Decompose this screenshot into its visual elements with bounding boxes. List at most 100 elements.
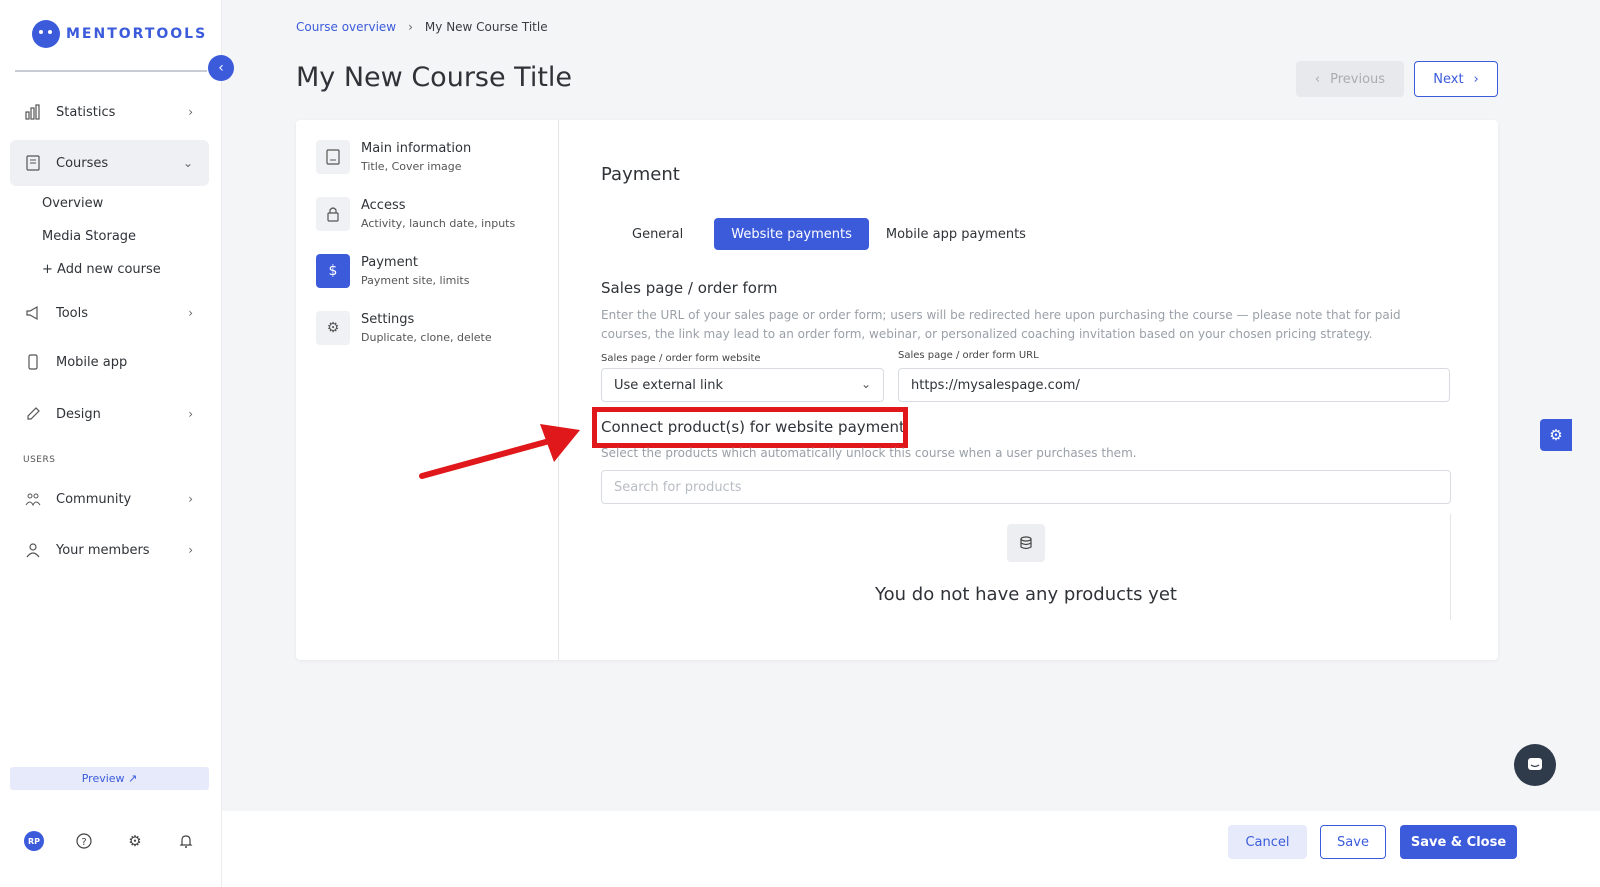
url-input[interactable]: https://mysalespage.com/	[898, 368, 1450, 402]
chevron-right-icon: ›	[408, 20, 413, 34]
highlight-box	[592, 407, 908, 448]
chevron-right-icon: ›	[1473, 71, 1479, 87]
tab-general[interactable]: General	[614, 218, 714, 250]
save-button[interactable]: Save	[1320, 825, 1386, 859]
phone-icon	[24, 353, 42, 371]
step-subtitle: Payment site, limits	[361, 274, 470, 287]
url-input-value: https://mysalespage.com/	[911, 377, 1080, 393]
sidebar-item-courses[interactable]: Courses ⌄	[10, 140, 209, 186]
website-field-label: Sales page / order form website	[601, 353, 761, 364]
empty-products-panel: You do not have any products yet	[601, 514, 1451, 620]
connect-products-helper: Select the products which automatically …	[601, 446, 1137, 460]
book-icon	[24, 154, 42, 172]
sidebar: MENTORTOOLS Statistics › Courses ⌄ Overv…	[0, 0, 222, 887]
chevron-down-icon: ⌄	[860, 377, 871, 391]
chat-button[interactable]	[1514, 744, 1556, 786]
search-products-input[interactable]: Search for products	[601, 470, 1451, 504]
empty-products-text: You do not have any products yet	[875, 584, 1177, 605]
website-select[interactable]: Use external link ⌄	[601, 368, 884, 402]
lock-icon	[316, 197, 350, 231]
sales-page-heading: Sales page / order form	[601, 279, 778, 297]
step-title: Settings	[361, 312, 415, 327]
footer-bar	[222, 811, 1600, 887]
sidebar-item-mobile-app[interactable]: Mobile app	[10, 339, 209, 385]
pencil-icon	[24, 405, 42, 423]
sidebar-item-community[interactable]: Community ›	[10, 476, 209, 522]
breadcrumb: Course overview › My New Course Title	[296, 20, 548, 34]
payment-tabs: General Website payments Mobile app paym…	[614, 218, 1043, 250]
chevron-left-icon: ‹	[1314, 71, 1321, 87]
logo-text: MENTORTOOLS	[66, 26, 208, 42]
step-access[interactable]: Access Activity, launch date, inputs	[316, 197, 515, 231]
chevron-right-icon: ›	[188, 105, 193, 119]
sidebar-item-label: Your members	[56, 542, 150, 558]
step-subtitle: Activity, launch date, inputs	[361, 217, 516, 230]
step-subtitle: Title, Cover image	[361, 160, 462, 173]
gear-icon[interactable]: ⚙	[125, 831, 145, 851]
chat-icon	[1528, 758, 1542, 770]
sidebar-item-label: Courses	[56, 155, 109, 171]
logo-icon	[32, 20, 60, 48]
megaphone-icon	[24, 304, 42, 322]
breadcrumb-link-course-overview[interactable]: Course overview	[296, 20, 396, 34]
sidebar-subitem-add-new-course[interactable]: + Add new course	[42, 262, 161, 277]
chevron-right-icon: ›	[188, 543, 193, 557]
next-label: Next	[1433, 71, 1464, 87]
sidebar-footer: RP ? ⚙	[22, 830, 202, 852]
next-button[interactable]: Next ›	[1414, 61, 1498, 97]
step-settings[interactable]: ⚙ Settings Duplicate, clone, delete	[316, 311, 492, 345]
sidebar-item-label: Design	[56, 406, 101, 422]
gear-icon: ⚙	[1549, 426, 1563, 444]
section-label-users: USERS	[23, 455, 56, 465]
previous-label: Previous	[1330, 71, 1386, 87]
sidebar-subitem-media-storage[interactable]: Media Storage	[42, 229, 136, 244]
collapse-sidebar-button[interactable]: ‹	[208, 55, 234, 81]
chevron-down-icon: ⌄	[182, 156, 193, 170]
search-placeholder: Search for products	[614, 479, 742, 495]
step-subtitle: Duplicate, clone, delete	[361, 331, 492, 344]
sidebar-item-design[interactable]: Design ›	[10, 391, 209, 437]
settings-side-tab[interactable]: ⚙	[1540, 419, 1572, 451]
step-main-information[interactable]: Main information Title, Cover image	[316, 140, 471, 174]
sidebar-subitem-overview[interactable]: Overview	[42, 196, 103, 211]
divider	[558, 120, 559, 660]
website-select-value: Use external link	[614, 377, 724, 393]
sidebar-item-tools[interactable]: Tools ›	[10, 290, 209, 336]
tab-website-payments[interactable]: Website payments	[714, 218, 869, 250]
sidebar-item-label: Statistics	[56, 104, 116, 120]
page-title: My New Course Title	[296, 62, 573, 93]
step-payment[interactable]: $ Payment Payment site, limits	[316, 254, 469, 288]
user-icon	[24, 541, 42, 559]
step-title: Payment	[361, 255, 418, 270]
sidebar-item-statistics[interactable]: Statistics ›	[10, 89, 209, 135]
annotation-arrow-icon	[419, 424, 580, 479]
bell-icon[interactable]	[176, 831, 196, 851]
logo[interactable]: MENTORTOOLS	[32, 20, 207, 48]
save-close-button[interactable]: Save & Close	[1400, 825, 1517, 859]
sidebar-item-label: Mobile app	[56, 354, 128, 370]
url-field-label: Sales page / order form URL	[898, 350, 1039, 361]
sidebar-item-label: Tools	[56, 305, 89, 321]
divider	[15, 70, 207, 72]
chevron-right-icon: ›	[188, 306, 193, 320]
sidebar-item-label: Community	[56, 491, 132, 507]
sidebar-item-your-members[interactable]: Your members ›	[10, 527, 209, 573]
document-icon	[316, 140, 350, 174]
breadcrumb-current: My New Course Title	[424, 20, 548, 34]
people-icon	[24, 490, 42, 508]
section-title: Payment	[601, 164, 680, 185]
course-editor-card: Main information Title, Cover image Acce…	[296, 120, 1498, 660]
svg-text:?: ?	[81, 837, 86, 848]
previous-button[interactable]: ‹ Previous	[1296, 61, 1404, 97]
avatar[interactable]: RP	[24, 831, 44, 851]
database-icon	[1007, 524, 1045, 562]
step-title: Access	[361, 198, 406, 213]
sales-page-helper: Enter the URL of your sales page or orde…	[601, 308, 1401, 341]
preview-button[interactable]: Preview ↗	[10, 767, 209, 790]
cancel-button[interactable]: Cancel	[1228, 825, 1307, 859]
chevron-left-icon: ‹	[218, 60, 224, 76]
dollar-icon: $	[316, 254, 350, 288]
help-icon[interactable]: ?	[74, 831, 94, 851]
chevron-right-icon: ›	[188, 407, 193, 421]
tab-mobile-app-payments[interactable]: Mobile app payments	[869, 218, 1043, 250]
